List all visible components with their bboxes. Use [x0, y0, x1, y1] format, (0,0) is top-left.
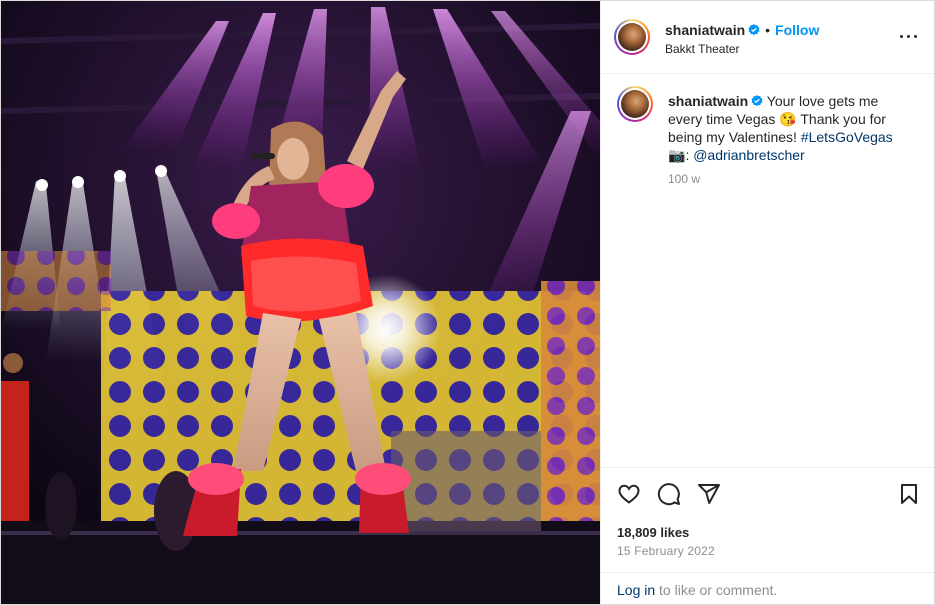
mention-link[interactable]: @adrianbretscher — [693, 147, 805, 163]
author-username[interactable]: shaniatwain — [665, 22, 745, 38]
heart-icon[interactable] — [617, 482, 641, 506]
kiss-emoji: 😘 — [779, 111, 797, 127]
post-date[interactable]: 15 February 2022 — [617, 544, 715, 558]
like-count[interactable]: 18,809 likes — [617, 525, 689, 540]
post-actions-section: 18,809 likes 15 February 2022 Log in to … — [601, 467, 934, 604]
post-dialog: shaniatwain • Follow Bakkt Theater shaniat… — [0, 0, 935, 605]
author-avatar[interactable] — [614, 19, 650, 55]
separator-dot: • — [765, 22, 771, 38]
more-options-icon[interactable] — [899, 31, 919, 43]
post-side-panel: shaniatwain • Follow Bakkt Theater shaniat… — [600, 1, 934, 604]
verified-badge-icon — [751, 95, 763, 107]
post-location[interactable]: Bakkt Theater — [665, 42, 739, 56]
share-icon[interactable] — [697, 482, 721, 506]
camera-emoji: 📷 — [668, 147, 686, 163]
caption-text: shaniatwain Your love gets me every time… — [668, 92, 904, 164]
bookmark-icon[interactable] — [897, 482, 921, 506]
login-link[interactable]: Log in — [617, 582, 655, 598]
hashtag-link[interactable]: #LetsGoVegas — [801, 129, 893, 145]
header-name-row: shaniatwain • Follow — [665, 22, 819, 40]
caption-time-ago[interactable]: 100 w — [668, 172, 700, 186]
post-header: shaniatwain • Follow Bakkt Theater — [601, 1, 934, 74]
caption-username[interactable]: shaniatwain — [668, 93, 748, 109]
concert-photo-illustration — [1, 1, 600, 604]
login-prompt: Log in to like or comment. — [601, 572, 934, 604]
follow-button[interactable]: Follow — [775, 22, 819, 38]
post-photo[interactable] — [1, 1, 600, 604]
comment-icon[interactable] — [657, 482, 681, 506]
caption-avatar[interactable] — [617, 86, 653, 122]
verified-badge-icon — [748, 24, 760, 36]
login-prompt-text: to like or comment. — [655, 582, 778, 598]
